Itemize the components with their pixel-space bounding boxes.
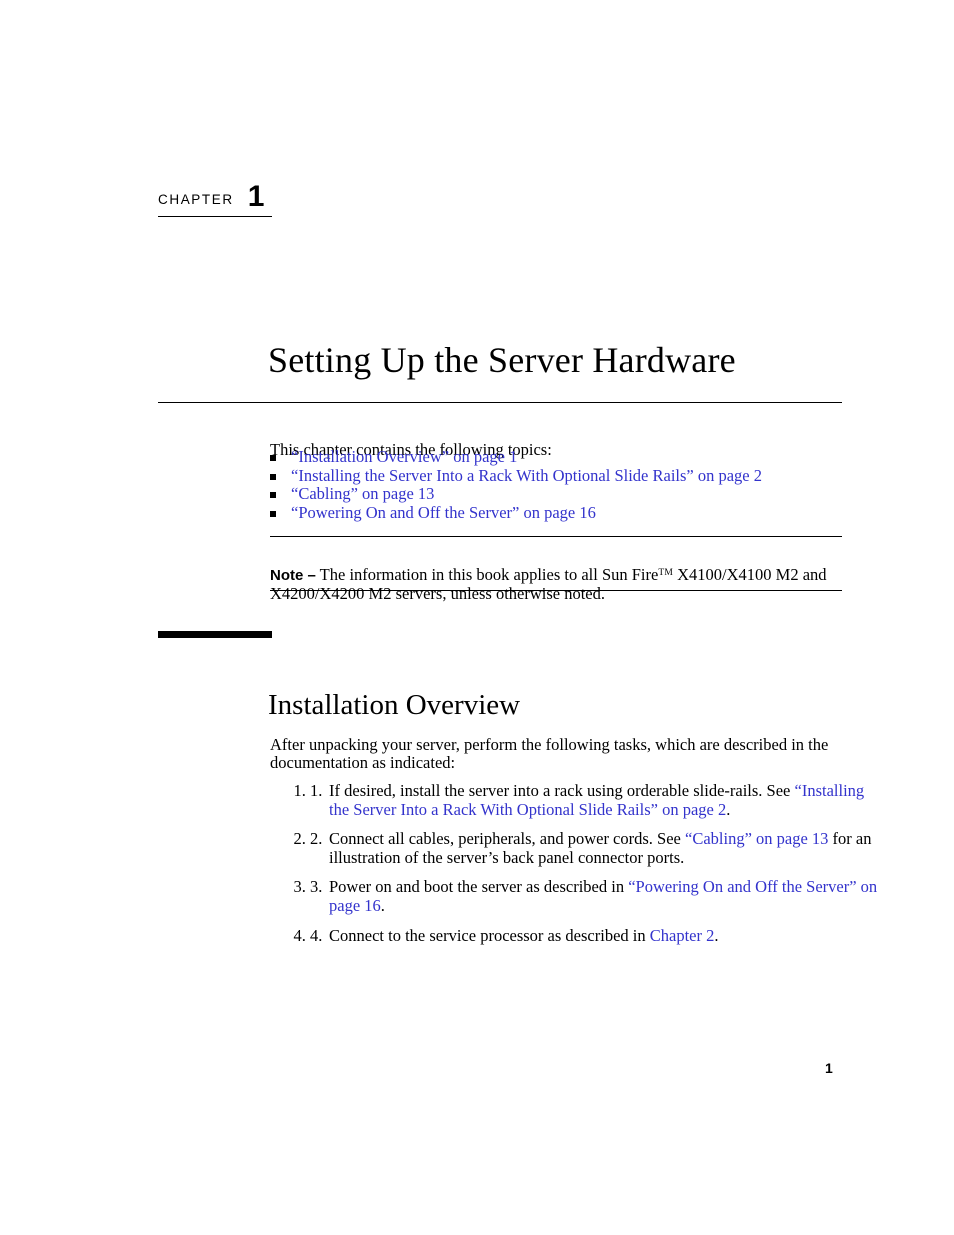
square-bullet-icon <box>270 492 276 499</box>
note-top-divider <box>270 536 842 537</box>
topic-link[interactable]: “Installing the Server Into a Rack With … <box>291 466 762 485</box>
chapter-number: 1 <box>247 180 265 213</box>
page-title: Setting Up the Server Hardware <box>268 340 736 381</box>
note-block: Note – The information in this book appl… <box>270 564 842 604</box>
step-link[interactable]: “Cabling” on page 13 <box>685 829 828 848</box>
note-label: Note – <box>270 566 316 584</box>
step-text-trail: . <box>714 925 719 945</box>
title-divider <box>158 402 842 403</box>
step-number: 1. <box>310 781 323 800</box>
list-item: 3. Power on and boot the server as descri… <box>310 878 882 915</box>
document-page: CHAPTER 1 Setting Up the Server Hardware… <box>0 0 954 1235</box>
step-text-lead: If desired, install the server into a ra… <box>329 781 795 800</box>
section-intro-text: After unpacking your server, perform the… <box>270 734 829 773</box>
section-heading: Installation Overview <box>268 689 521 722</box>
step-text-trail: . <box>380 895 385 915</box>
step-text-lead: Power on and boot the server as describe… <box>329 877 629 897</box>
step-text-lead: Connect to the service processor as desc… <box>329 925 650 945</box>
page-number: 1 <box>825 1060 833 1076</box>
steps-list: 1. If desired, install the server into a … <box>270 781 882 956</box>
list-item: 2. Connect all cables, peripherals, and p… <box>310 829 882 867</box>
note-bottom-divider <box>270 590 842 591</box>
list-item[interactable]: “Powering On and Off the Server” on page… <box>270 503 842 522</box>
step-number: 4. <box>310 925 323 945</box>
topic-link[interactable]: “Cabling” on page 13 <box>291 484 434 503</box>
chapter-marker-rule <box>158 216 272 217</box>
list-item[interactable]: “Installing the Server Into a Rack With … <box>270 466 842 485</box>
chapter-label: CHAPTER <box>158 192 234 207</box>
square-bullet-icon <box>270 473 276 480</box>
note-text-before-trademark: The information in this book applies to … <box>315 564 659 584</box>
topics-list: “Installation Overview” on page 1 “Insta… <box>270 447 842 522</box>
step-number: 2. <box>310 829 323 849</box>
trademark-icon: TM <box>658 567 673 578</box>
chapter-marker-row: CHAPTER 1 <box>158 180 274 214</box>
topic-link[interactable]: “Powering On and Off the Server” on page… <box>291 503 596 522</box>
step-link[interactable]: Chapter 2 <box>650 926 715 945</box>
list-item[interactable]: “Installation Overview” on page 1 <box>270 447 842 466</box>
step-text-lead: Connect all cables, peripherals, and pow… <box>329 829 685 849</box>
step-number: 3. <box>310 877 323 897</box>
step-text-trail: . <box>726 799 731 819</box>
list-item: 1. If desired, install the server into a … <box>310 781 882 819</box>
chapter-marker: CHAPTER 1 <box>158 180 274 217</box>
topic-link[interactable]: “Installation Overview” on page 1 <box>291 447 517 466</box>
square-bullet-icon <box>270 510 276 517</box>
section-marker-bar <box>158 631 272 638</box>
square-bullet-icon <box>270 455 276 461</box>
list-item: 4. Connect to the service processor as de… <box>310 925 882 946</box>
list-item[interactable]: “Cabling” on page 13 <box>270 484 842 503</box>
